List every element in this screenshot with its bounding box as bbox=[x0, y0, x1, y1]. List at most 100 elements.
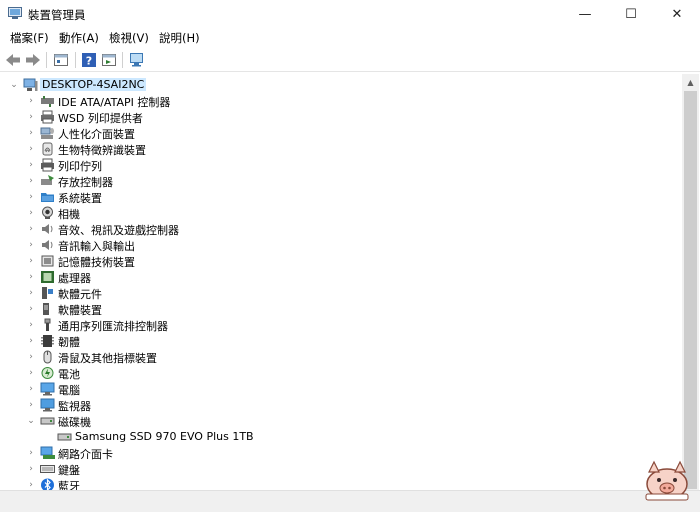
tree-item-label[interactable]: 滑鼠及其他指標裝置 bbox=[58, 350, 157, 366]
scrollbar-thumb[interactable] bbox=[684, 91, 697, 489]
scan-hardware-icon[interactable] bbox=[129, 52, 145, 68]
tree-item-label[interactable]: WSD 列印提供者 bbox=[58, 110, 143, 126]
tree-item-label[interactable]: 磁碟機 bbox=[58, 414, 91, 430]
tree-item-label[interactable]: 軟體元件 bbox=[58, 286, 102, 302]
expand-chevron-icon[interactable]: › bbox=[27, 192, 35, 202]
tree-item-samsung-ssd[interactable]: Samsung SSD 970 EVO Plus 1TB bbox=[2, 429, 682, 445]
minimize-button[interactable]: — bbox=[562, 0, 608, 28]
collapse-chevron-icon[interactable]: ⌄ bbox=[27, 416, 35, 426]
usb-icon bbox=[44, 318, 51, 331]
menu-help[interactable]: 說明(H) bbox=[159, 30, 200, 46]
tree-item-label[interactable]: 生物特徵辨識裝置 bbox=[58, 142, 146, 158]
tree-item-label[interactable]: 存放控制器 bbox=[58, 174, 113, 190]
close-button[interactable]: ✕ bbox=[654, 0, 700, 28]
tree-item-disk-drives[interactable]: ⌄ 磁碟機 bbox=[2, 413, 682, 429]
tree-item-software-devices[interactable]: › 軟體裝置 bbox=[2, 301, 682, 317]
tree-item-usb-controllers[interactable]: › 通用序列匯流排控制器 bbox=[2, 317, 682, 333]
tree-item-memory-tech[interactable]: › 記憶體技術裝置 bbox=[2, 253, 682, 269]
properties-icon[interactable] bbox=[53, 52, 69, 68]
tree-item-monitors[interactable]: › 監視器 bbox=[2, 397, 682, 413]
expand-chevron-icon[interactable]: › bbox=[27, 336, 35, 346]
tree-item-label[interactable]: IDE ATA/ATAPI 控制器 bbox=[58, 94, 170, 110]
expand-chevron-icon[interactable]: › bbox=[27, 256, 35, 266]
tree-item-label[interactable]: 電池 bbox=[58, 366, 80, 382]
vertical-scrollbar[interactable]: ▲ bbox=[682, 74, 699, 490]
tree-root[interactable]: ⌄ DESKTOP-4SAI2NC bbox=[2, 77, 682, 93]
help-icon[interactable]: ? bbox=[81, 52, 97, 68]
tree-item-label[interactable]: 音訊輸入與輸出 bbox=[58, 238, 135, 254]
expand-chevron-icon[interactable]: › bbox=[27, 160, 35, 170]
tree-item-label[interactable]: 電腦 bbox=[58, 382, 80, 398]
horizontal-scrollbar[interactable] bbox=[0, 490, 700, 507]
tree-item-sound-video[interactable]: › 音效、視訊及遊戲控制器 bbox=[2, 221, 682, 237]
expand-chevron-icon[interactable]: › bbox=[27, 480, 35, 490]
expand-chevron-icon[interactable]: › bbox=[27, 304, 35, 314]
tree-item-biometric[interactable]: › 生物特徵辨識裝置 bbox=[2, 141, 682, 157]
tree-item-computer[interactable]: › 電腦 bbox=[2, 381, 682, 397]
tree-item-label[interactable]: 鍵盤 bbox=[58, 462, 80, 478]
battery-icon bbox=[41, 367, 54, 379]
tree-item-processor[interactable]: › 處理器 bbox=[2, 269, 682, 285]
scroll-up-arrow-icon[interactable]: ▲ bbox=[682, 74, 699, 91]
software-device-icon bbox=[43, 303, 49, 315]
tree-item-label[interactable]: 列印佇列 bbox=[58, 158, 102, 174]
tree-item-label[interactable]: 音效、視訊及遊戲控制器 bbox=[58, 222, 179, 238]
tree-item-label[interactable]: 軟體裝置 bbox=[58, 302, 102, 318]
tree-item-storage-controller[interactable]: › 存放控制器 bbox=[2, 173, 682, 189]
tree-item-label[interactable]: 韌體 bbox=[58, 334, 80, 350]
tree-item-label[interactable]: 相機 bbox=[58, 206, 80, 222]
tree-item-battery[interactable]: › 電池 bbox=[2, 365, 682, 381]
menu-file[interactable]: 檔案(F) bbox=[10, 30, 49, 46]
tree-item-bluetooth[interactable]: › 藍牙 bbox=[2, 477, 682, 490]
expand-chevron-icon[interactable]: › bbox=[27, 112, 35, 122]
expand-chevron-icon[interactable]: › bbox=[27, 240, 35, 250]
forward-arrow-icon[interactable] bbox=[25, 52, 41, 68]
expand-chevron-icon[interactable]: › bbox=[27, 368, 35, 378]
back-arrow-icon[interactable] bbox=[5, 52, 21, 68]
expand-chevron-icon[interactable]: › bbox=[27, 320, 35, 330]
tree-root-label[interactable]: DESKTOP-4SAI2NC bbox=[40, 78, 147, 91]
expand-chevron-icon[interactable]: › bbox=[27, 272, 35, 282]
expand-chevron-icon[interactable]: › bbox=[27, 384, 35, 394]
device-tree[interactable]: ⌄ DESKTOP-4SAI2NC › IDE ATA/ATAPI 控制器 › … bbox=[2, 74, 682, 490]
tree-item-hid[interactable]: › 人性化介面裝置 bbox=[2, 125, 682, 141]
update-driver-icon[interactable] bbox=[101, 52, 117, 68]
svg-text:?: ? bbox=[86, 55, 92, 68]
tree-item-label[interactable]: 系統裝置 bbox=[58, 190, 102, 206]
expand-chevron-icon[interactable]: › bbox=[27, 448, 35, 458]
tree-item-network-adapters[interactable]: › 網路介面卡 bbox=[2, 445, 682, 461]
menu-view[interactable]: 檢視(V) bbox=[109, 30, 149, 46]
expand-chevron-icon[interactable]: › bbox=[27, 96, 35, 106]
expand-chevron-icon[interactable]: › bbox=[27, 128, 35, 138]
tree-item-label[interactable]: 人性化介面裝置 bbox=[58, 126, 135, 142]
tree-item-label[interactable]: 監視器 bbox=[58, 398, 91, 414]
expand-chevron-icon[interactable]: › bbox=[27, 288, 35, 298]
tree-item-mice[interactable]: › 滑鼠及其他指標裝置 bbox=[2, 349, 682, 365]
tree-item-software-components[interactable]: › 軟體元件 bbox=[2, 285, 682, 301]
expand-chevron-icon[interactable]: › bbox=[27, 400, 35, 410]
tree-item-camera[interactable]: › 相機 bbox=[2, 205, 682, 221]
tree-item-label[interactable]: 通用序列匯流排控制器 bbox=[58, 318, 168, 334]
tree-item-label[interactable]: 藍牙 bbox=[58, 478, 80, 490]
tree-item-label[interactable]: 記憶體技術裝置 bbox=[58, 254, 135, 270]
expand-chevron-icon[interactable]: › bbox=[27, 464, 35, 474]
expand-chevron-icon[interactable]: › bbox=[27, 208, 35, 218]
collapse-chevron-icon[interactable]: ⌄ bbox=[10, 80, 18, 90]
tree-item-keyboards[interactable]: › 鍵盤 bbox=[2, 461, 682, 477]
expand-chevron-icon[interactable]: › bbox=[27, 352, 35, 362]
tree-item-firmware[interactable]: › 韌體 bbox=[2, 333, 682, 349]
tree-item-system-devices[interactable]: › 系統裝置 bbox=[2, 189, 682, 205]
tree-item-label[interactable]: 處理器 bbox=[58, 270, 91, 286]
tree-item-audio-io[interactable]: › 音訊輸入與輸出 bbox=[2, 237, 682, 253]
disk-icon bbox=[57, 433, 72, 441]
tree-item-print-queue[interactable]: › 列印佇列 bbox=[2, 157, 682, 173]
expand-chevron-icon[interactable]: › bbox=[27, 144, 35, 154]
tree-item-ide-controller[interactable]: › IDE ATA/ATAPI 控制器 bbox=[2, 93, 682, 109]
tree-item-label[interactable]: 網路介面卡 bbox=[58, 446, 113, 462]
tree-item-wsd-print[interactable]: › WSD 列印提供者 bbox=[2, 109, 682, 125]
maximize-button[interactable]: ☐ bbox=[608, 0, 654, 28]
expand-chevron-icon[interactable]: › bbox=[27, 176, 35, 186]
menu-action[interactable]: 動作(A) bbox=[59, 30, 99, 46]
tree-item-label[interactable]: Samsung SSD 970 EVO Plus 1TB bbox=[75, 430, 254, 443]
expand-chevron-icon[interactable]: › bbox=[27, 224, 35, 234]
